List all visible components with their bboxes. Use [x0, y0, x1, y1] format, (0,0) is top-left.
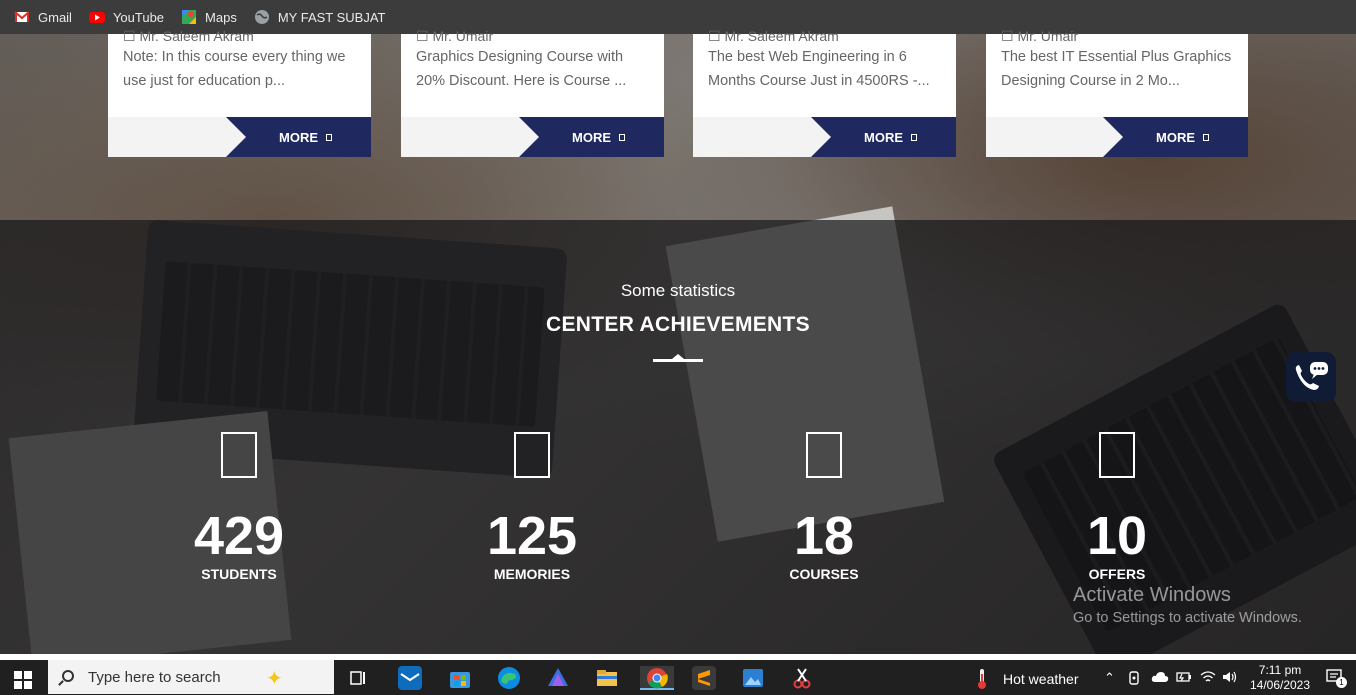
maps-icon: [181, 9, 197, 25]
stat-value: 429: [193, 506, 285, 566]
section-subtitle: Some statistics: [620, 281, 736, 300]
stat-label: OFFERS: [1088, 566, 1146, 582]
stat-value: 10: [1086, 506, 1148, 566]
activate-windows-watermark: Activate Windows Go to Settings to activ…: [1073, 584, 1302, 626]
watermark-heading: Activate Windows: [1073, 584, 1231, 606]
square-icon: [326, 133, 332, 141]
course-instructor: ☐ Mr. Saleem Akram: [708, 28, 839, 44]
file-explorer-icon[interactable]: [595, 666, 619, 690]
stat-students: 429 STUDENTS: [159, 432, 319, 582]
youtube-icon: [88, 9, 105, 25]
course-instructor: ☐ Mr. Umair: [1001, 28, 1079, 44]
bookmark-label: Gmail: [38, 9, 72, 25]
more-button[interactable]: MORE: [811, 117, 956, 157]
stat-value: 125: [486, 506, 578, 566]
stat-courses: 18 COURSES: [744, 432, 904, 582]
bookmark-label: YouTube: [112, 9, 165, 25]
notification-center-icon[interactable]: 1: [1326, 668, 1347, 689]
search-icon: [62, 670, 74, 682]
more-label: MORE: [572, 129, 611, 145]
more-label: MORE: [1156, 129, 1195, 145]
clock-date: 14/06/2023: [1249, 678, 1311, 692]
bookmark-label: Maps: [205, 9, 237, 25]
stat-offers: 10 OFFERS: [1037, 432, 1197, 582]
course-card: ☐ Mr. Saleem Akram The best Web Engineer…: [693, 28, 956, 157]
notification-badge: 1: [1336, 677, 1347, 688]
course-instructor: ☐ Mr. Saleem Akram: [123, 28, 254, 44]
battery-icon[interactable]: [1176, 670, 1192, 687]
course-instructor: ☐ Mr. Umair: [416, 28, 494, 44]
windows-start-icon[interactable]: [14, 671, 32, 689]
stat-label: MEMORIES: [493, 566, 571, 582]
placeholder-icon: [514, 432, 550, 478]
task-view-icon[interactable]: [349, 666, 369, 690]
course-card: ☐ Mr. Umair Graphics Designing Course wi…: [401, 28, 664, 157]
chevron-up-icon[interactable]: ⌃: [1104, 670, 1115, 686]
title-divider: [653, 354, 703, 362]
course-description: Note: In this course every thing we use …: [123, 49, 346, 89]
onedrive-cloud-icon[interactable]: [1151, 670, 1169, 687]
snipping-tool-icon[interactable]: [790, 666, 814, 690]
sublime-text-icon[interactable]: [692, 666, 716, 690]
gmail-icon: [14, 9, 30, 25]
placeholder-icon: [806, 432, 842, 478]
bookmark-my-fast-subjat[interactable]: MY FAST SUBJAT: [254, 9, 386, 25]
meet-now-icon[interactable]: [1128, 670, 1142, 689]
search-placeholder: Type here to search: [88, 668, 221, 686]
weather-label[interactable]: Hot weather: [1003, 671, 1078, 687]
bookmark-maps[interactable]: Maps: [181, 9, 237, 25]
sparkle-icon[interactable]: ✦: [266, 666, 283, 691]
globe-icon: [254, 9, 270, 25]
wifi-icon[interactable]: [1200, 670, 1216, 687]
square-icon: [911, 133, 917, 141]
stat-value: 18: [793, 506, 855, 566]
stat-label: STUDENTS: [201, 566, 277, 582]
course-description: The best IT Essential Plus Graphics Desi…: [1001, 49, 1232, 89]
course-card: ☐ Mr. Saleem Akram Note: In this course …: [108, 28, 371, 157]
course-description: Graphics Designing Course with 20% Disco…: [416, 49, 627, 89]
stat-memories: 125 MEMORIES: [452, 432, 612, 582]
bookmark-gmail[interactable]: Gmail: [14, 9, 72, 25]
watermark-text: Go to Settings to activate Windows.: [1073, 610, 1302, 626]
more-label: MORE: [279, 129, 318, 145]
clock-time: 7:11 pm: [1258, 663, 1302, 677]
phone-chat-icon: [1295, 362, 1328, 390]
square-icon: [619, 133, 625, 141]
stat-label: COURSES: [789, 566, 859, 582]
mail-icon[interactable]: [398, 666, 422, 690]
square-icon: [1203, 133, 1209, 141]
chrome-icon[interactable]: [640, 666, 674, 690]
section-title: CENTER ACHIEVEMENTS: [546, 313, 810, 336]
more-label: MORE: [864, 129, 903, 145]
photos-icon[interactable]: [741, 666, 765, 690]
placeholder-icon: [1099, 432, 1135, 478]
microsoft-store-icon[interactable]: [448, 666, 472, 690]
bookmark-label: MY FAST SUBJAT: [277, 9, 386, 25]
more-button[interactable]: MORE: [226, 117, 371, 157]
course-card: ☐ Mr. Umair The best IT Essential Plus G…: [986, 28, 1248, 157]
course-description: The best Web Engineering in 6 Months Cou…: [708, 49, 930, 89]
more-button[interactable]: MORE: [1103, 117, 1248, 157]
edge-icon[interactable]: [497, 666, 521, 690]
taskbar-search-box[interactable]: Type here to search: [48, 660, 334, 694]
placeholder-icon: [221, 432, 257, 478]
more-button[interactable]: MORE: [519, 117, 664, 157]
taskbar-clock[interactable]: 7:11 pm 14/06/2023: [1248, 663, 1312, 693]
speaker-icon[interactable]: [1222, 670, 1238, 687]
call-chat-button[interactable]: [1286, 352, 1336, 402]
bookmark-youtube[interactable]: YouTube: [88, 9, 165, 25]
copilot-icon[interactable]: [546, 666, 570, 690]
thermometer-icon[interactable]: [975, 668, 989, 690]
